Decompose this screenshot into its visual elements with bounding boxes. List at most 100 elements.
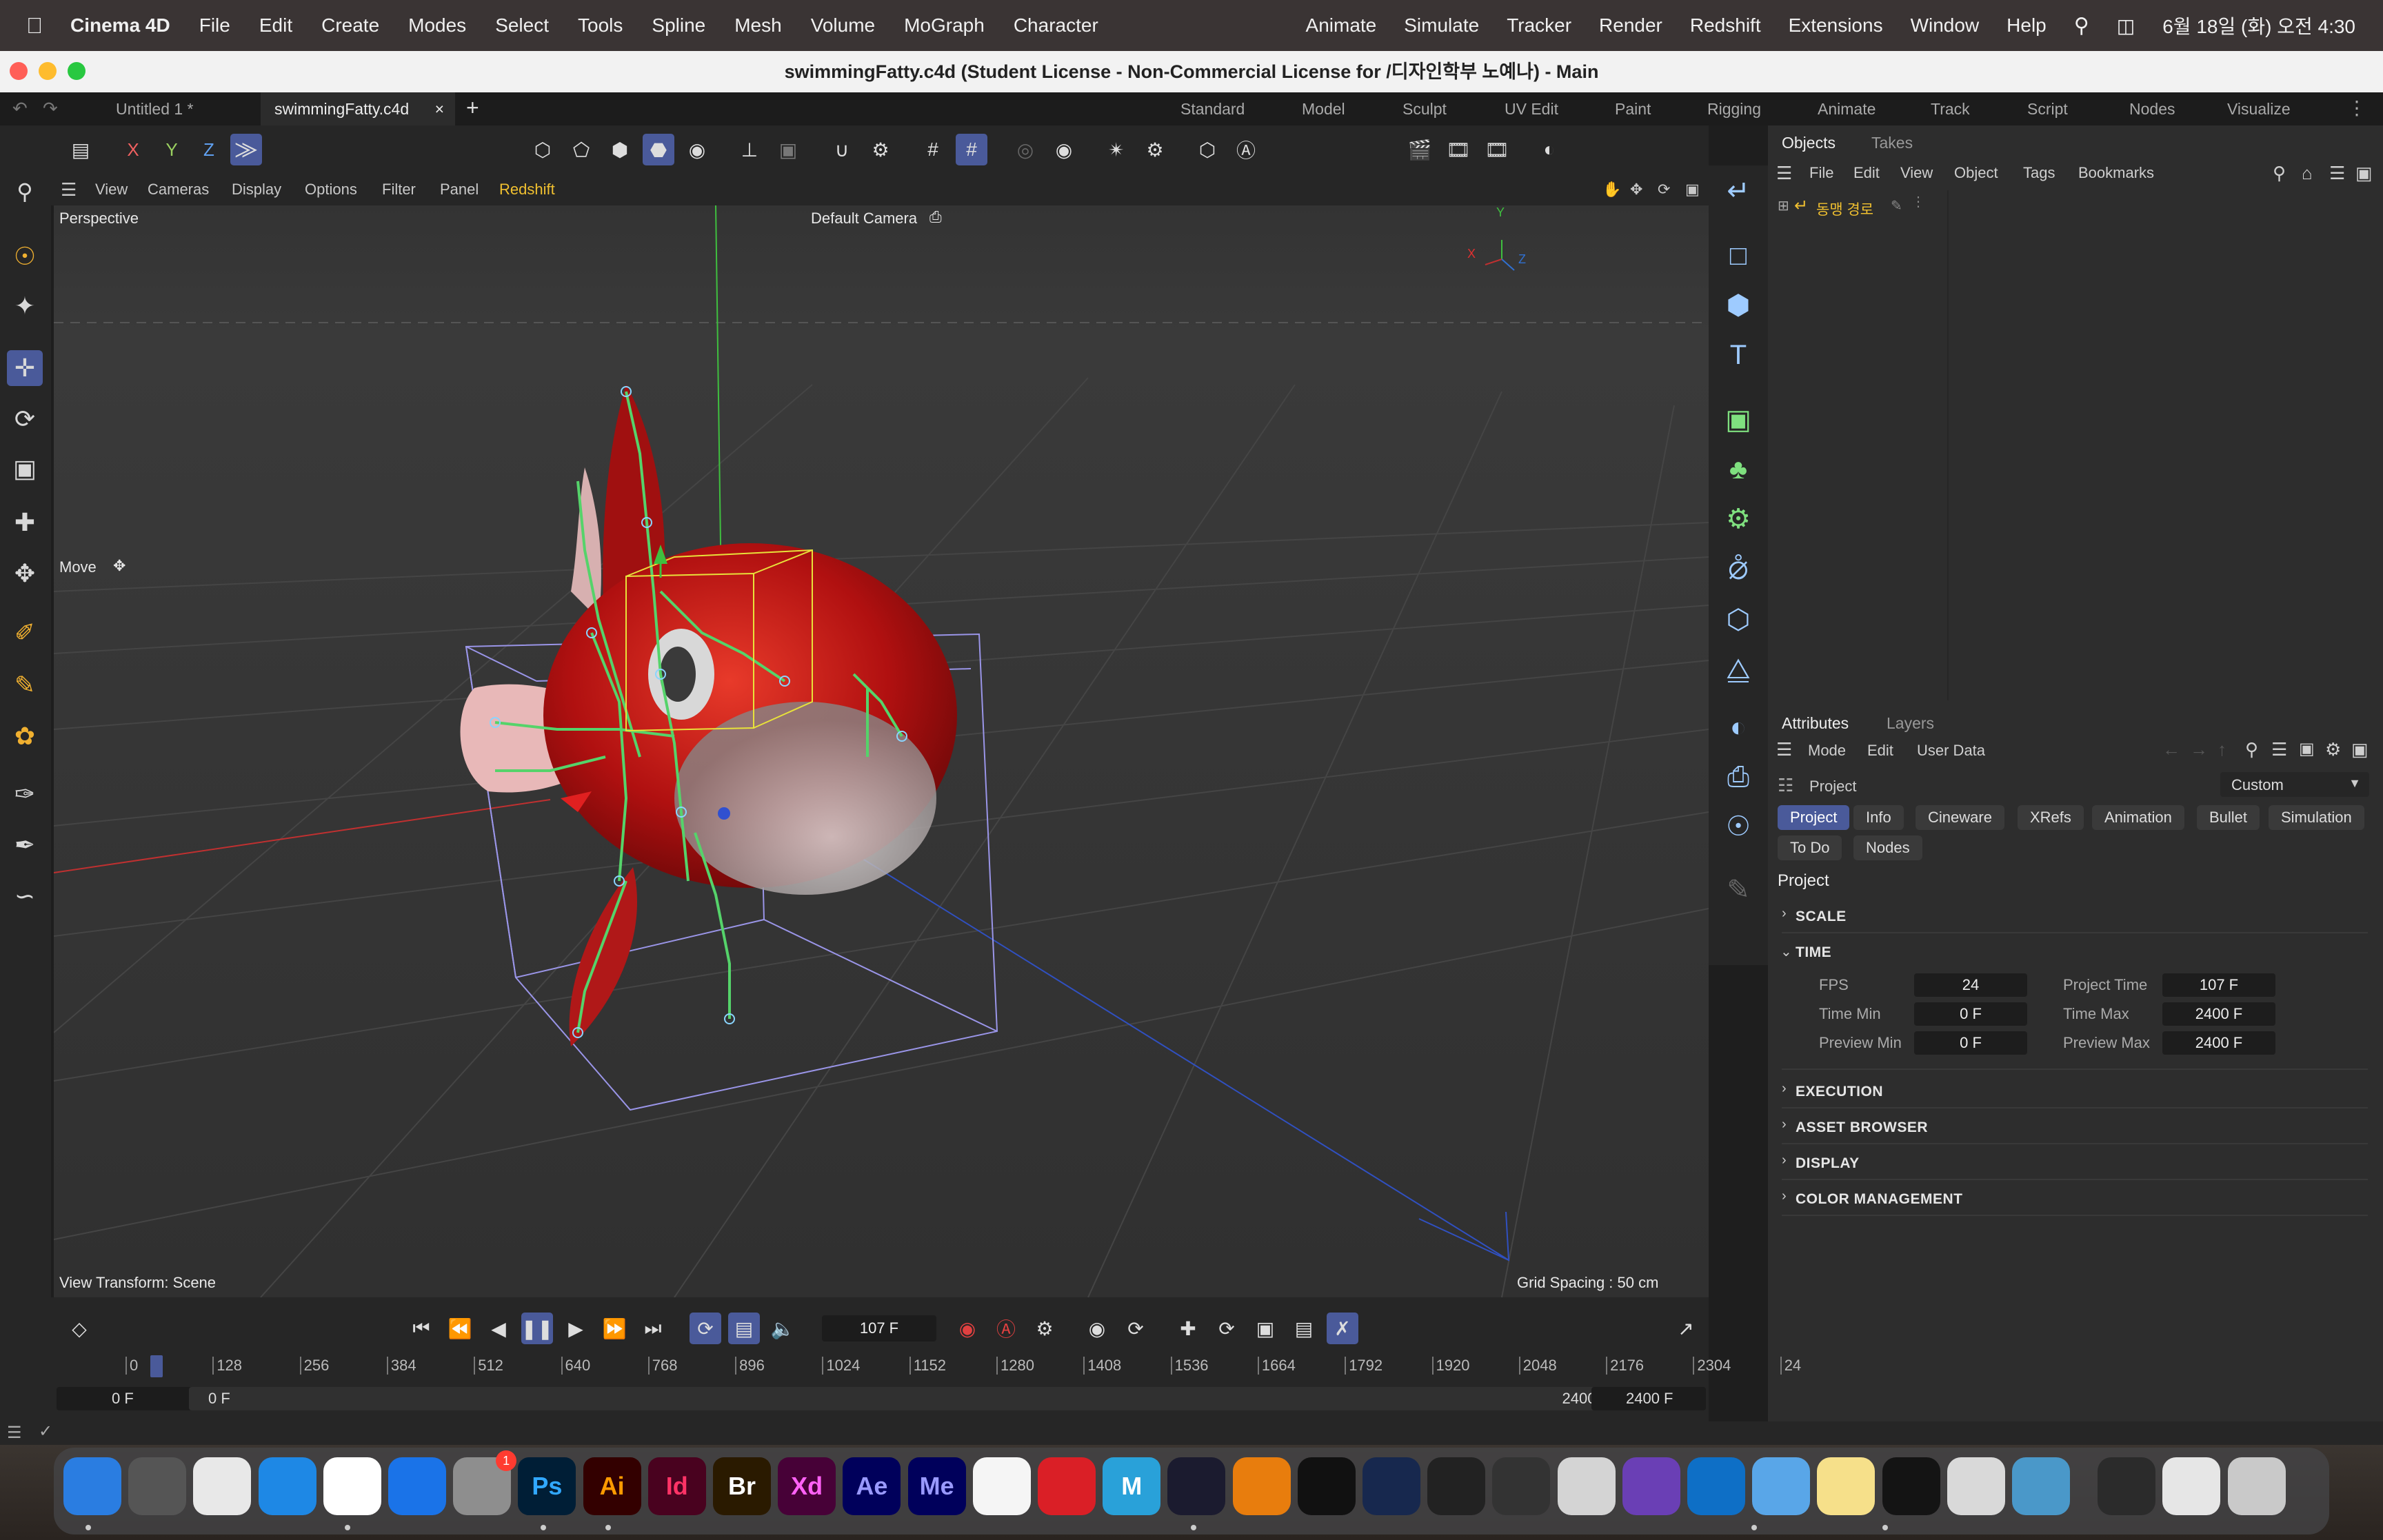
unity-hub-icon[interactable] (1492, 1457, 1551, 1515)
viewport-menu-cameras[interactable]: Cameras (148, 174, 209, 205)
attributes-menu-edit[interactable]: Edit (1867, 742, 1893, 760)
tab-attributes[interactable]: Attributes (1782, 714, 1849, 733)
loop-icon[interactable]: ⟳ (690, 1313, 721, 1344)
doc-tab-untitled[interactable]: Untitled 1 * (102, 92, 208, 125)
menu-mograph[interactable]: MoGraph (904, 14, 985, 37)
layout-rigging[interactable]: Rigging (1707, 92, 1761, 125)
section-scale[interactable]: SCALE (1796, 909, 1847, 925)
attributes-filter-icon[interactable]: ☰ (2271, 739, 2287, 760)
viewport-menu-view[interactable]: View (95, 174, 128, 205)
move-tool-icon[interactable]: ✛ (7, 350, 43, 386)
preview-max-field[interactable]: 2400 F (2162, 1031, 2275, 1055)
playhead[interactable] (150, 1355, 163, 1377)
lock-workplane-icon[interactable]: ⬡ (1192, 134, 1223, 165)
live-selection-icon[interactable]: ☉ (7, 239, 43, 274)
objects-home-icon[interactable]: ⌂ (2302, 163, 2313, 184)
autokey-icon[interactable]: Ⓐ (990, 1313, 1022, 1344)
layout-sculpt[interactable]: Sculpt (1402, 92, 1447, 125)
move-tool-hud-icon[interactable]: ✥ (113, 557, 125, 575)
downloads-icon[interactable] (2162, 1457, 2221, 1515)
menu-modes[interactable]: Modes (408, 14, 466, 37)
record-icon[interactable]: ◉ (952, 1313, 983, 1344)
chevron-right-icon[interactable]: › (1782, 1153, 1787, 1168)
pill-animation[interactable]: Animation (2092, 805, 2184, 830)
pill-info[interactable]: Info (1853, 805, 1904, 830)
media-encoder-icon[interactable]: Me (907, 1457, 966, 1515)
blender-icon[interactable] (1232, 1457, 1291, 1515)
menu-mesh[interactable]: Mesh (734, 14, 781, 37)
layout-nodes[interactable]: Nodes (2129, 92, 2175, 125)
attributes-menu-mode[interactable]: Mode (1808, 742, 1846, 760)
fps-field[interactable]: 24 (1914, 973, 2027, 997)
cube-primitive-icon[interactable]: ⬢ (1717, 284, 1760, 327)
viewport-hamburger-icon[interactable]: ☰ (61, 174, 77, 205)
menu-character[interactable]: Character (1014, 14, 1098, 37)
render-settings-icon[interactable]: ◉ (1048, 134, 1080, 165)
null-object-icon[interactable]: ↵ (1717, 170, 1760, 212)
attributes-search-icon[interactable]: ⚲ (2245, 739, 2258, 760)
world-axis-icon[interactable]: ⨠ (230, 134, 262, 165)
brush-tool-icon[interactable]: ✑ (7, 776, 43, 812)
modeling-settings-icon[interactable]: ⚙ (1139, 134, 1171, 165)
effector-icon[interactable]: ⚙ (1717, 498, 1760, 540)
key-rotation-icon[interactable]: ⟳ (1120, 1313, 1152, 1344)
pill-cineware[interactable]: Cineware (1916, 805, 2004, 830)
tab-objects[interactable]: Objects (1782, 134, 1836, 152)
projection-label[interactable]: Perspective (59, 210, 139, 227)
zbrush-icon[interactable] (1297, 1457, 1356, 1515)
text-spline-icon[interactable]: T (1717, 334, 1760, 376)
cloner-icon[interactable]: ♣ (1717, 448, 1760, 491)
edges-mode-icon[interactable]: ⬠ (565, 134, 597, 165)
apple-icon[interactable]:  (26, 13, 43, 39)
app-store-icon[interactable] (388, 1457, 446, 1515)
undo-icon[interactable]: ↶ (12, 98, 28, 119)
objects-new-window-icon[interactable]: ▣ (2355, 163, 2373, 184)
keyframe-settings-icon[interactable]: ⚙ (1029, 1313, 1060, 1344)
grid-snap-icon[interactable]: # (956, 134, 987, 165)
key-param-icon[interactable]: ⟳ (1211, 1313, 1243, 1344)
current-frame-field[interactable]: 107 F (822, 1315, 936, 1341)
attributes-new-window-icon[interactable]: ▣ (2351, 739, 2369, 760)
viewport-menu-display[interactable]: Display (232, 174, 281, 205)
window-close-button[interactable] (10, 62, 28, 80)
window-minimize-button[interactable] (39, 62, 57, 80)
edit-object-icon[interactable]: ✎ (1717, 869, 1760, 911)
cloud-app-icon[interactable] (1752, 1457, 1811, 1515)
menu-window[interactable]: Window (1911, 14, 1980, 37)
objects-menu-tags[interactable]: Tags (2023, 164, 2055, 182)
search-icon[interactable]: ⚲ (7, 174, 43, 210)
rotate-tool-icon[interactable]: ⟳ (7, 401, 43, 437)
chevron-right-icon[interactable]: › (1782, 1117, 1787, 1133)
screenshot-icon[interactable] (128, 1457, 187, 1515)
soft-selection-icon[interactable]: ◎ (1009, 134, 1041, 165)
folder-icon[interactable] (2098, 1457, 2156, 1515)
camera-label[interactable]: Default Camera (811, 210, 917, 227)
environment-icon[interactable]: ◐ (1717, 706, 1760, 749)
menu-spline[interactable]: Spline (652, 14, 705, 37)
chevron-down-icon[interactable]: ⌄ (1780, 943, 1792, 960)
time-end-field[interactable]: 2400 F (1591, 1387, 1706, 1410)
expand-icon[interactable]: ⊞ (1778, 197, 1789, 214)
photoshop-icon[interactable]: Ps (518, 1457, 576, 1515)
field-icon[interactable]: ⬡ (1717, 598, 1760, 641)
snap-settings-icon[interactable]: ⚙ (865, 134, 896, 165)
render-to-pv-icon[interactable]: 🎞 (1481, 134, 1513, 165)
after-effects-icon[interactable]: Ae (843, 1457, 901, 1515)
menu-create[interactable]: Create (321, 14, 379, 37)
menu-file[interactable]: File (199, 14, 230, 37)
doc-tab-swimmingfatty[interactable]: swimmingFatty.c4d × (261, 92, 455, 125)
menu-tools[interactable]: Tools (578, 14, 623, 37)
layout-standard[interactable]: Standard (1180, 92, 1245, 125)
pill-xrefs[interactable]: XRefs (2018, 805, 2084, 830)
menu-animate[interactable]: Animate (1306, 14, 1377, 37)
tab-layers[interactable]: Layers (1887, 714, 1934, 733)
pause-icon[interactable]: ❚❚ (521, 1313, 553, 1344)
cinema4d-icon[interactable] (1167, 1457, 1226, 1515)
app-name-menu[interactable]: Cinema 4D (70, 14, 170, 37)
layout-model[interactable]: Model (1302, 92, 1345, 125)
symmetry-icon[interactable]: ✴ (1100, 134, 1132, 165)
viewport-menu-redshift[interactable]: Redshift (499, 174, 555, 205)
workplane-icon[interactable]: # (917, 134, 949, 165)
back-arrow-icon[interactable]: ← (2162, 739, 2180, 760)
launchpad-icon[interactable] (193, 1457, 252, 1515)
